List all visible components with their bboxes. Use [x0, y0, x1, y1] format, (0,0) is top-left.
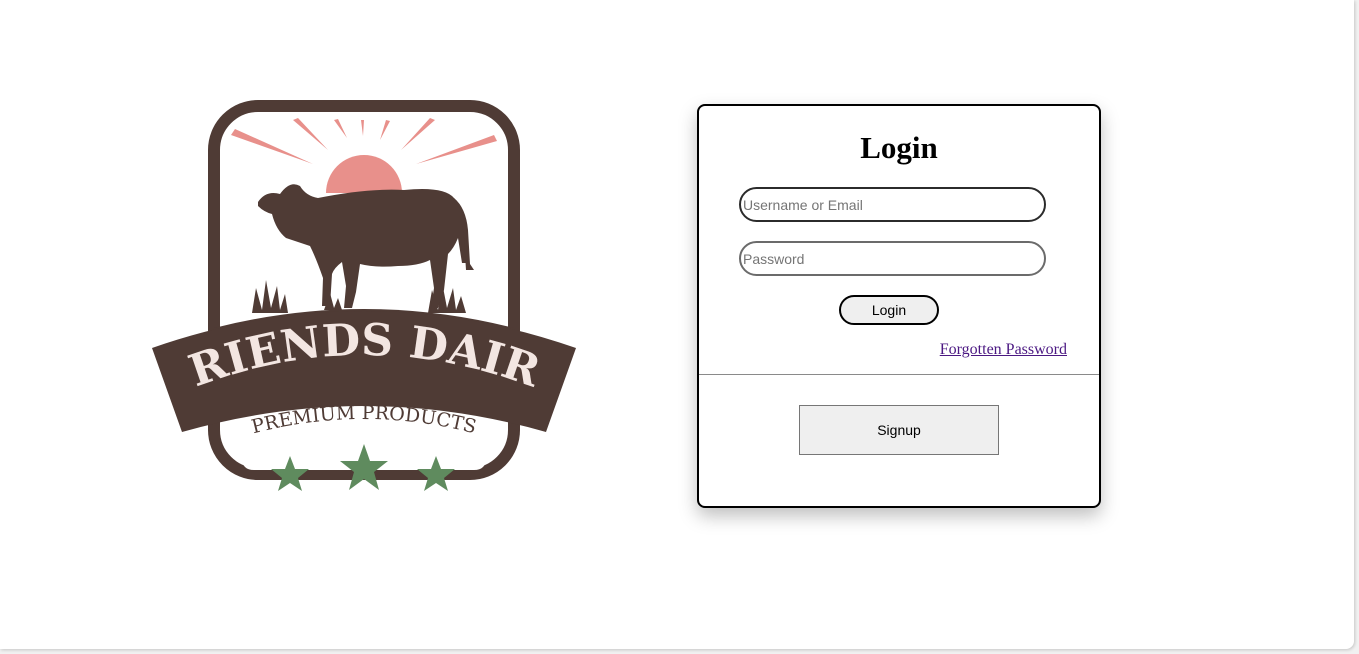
page-background: FRIENDS DAIRY PREMIUM PRODUCTS Login Log…	[0, 0, 1354, 649]
logo-graphic: FRIENDS DAIRY PREMIUM PRODUCTS	[148, 98, 576, 491]
friends-dairy-logo: FRIENDS DAIRY PREMIUM PRODUCTS	[148, 98, 580, 498]
username-input[interactable]	[739, 187, 1046, 222]
forgot-password-wrapper: Forgotten Password	[699, 341, 1067, 359]
login-button[interactable]: Login	[839, 295, 939, 325]
card-divider	[699, 374, 1099, 375]
login-card: Login Login Forgotten Password Signup	[697, 104, 1101, 508]
forgot-password-link[interactable]: Forgotten Password	[940, 341, 1067, 358]
signup-button[interactable]: Signup	[799, 405, 999, 455]
password-input[interactable]	[739, 241, 1046, 276]
login-title: Login	[860, 130, 938, 165]
